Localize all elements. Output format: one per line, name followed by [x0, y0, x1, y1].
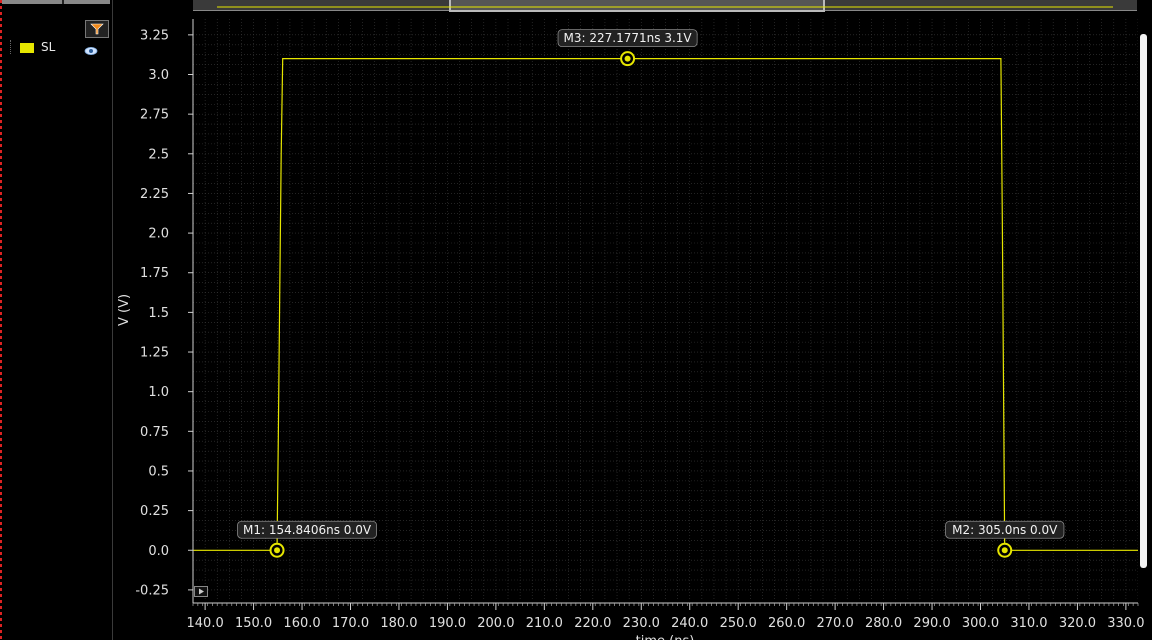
x-tick-label: 270.0	[817, 616, 854, 631]
y-tick-label: 3.25	[140, 28, 169, 43]
x-axis-label: time (ns)	[636, 634, 695, 640]
y-tick-label: 3.0	[148, 68, 169, 83]
filter-button[interactable]	[85, 20, 109, 38]
marker-point-center	[274, 547, 281, 554]
y-tick-label: 2.75	[140, 108, 169, 123]
legend-item-sl[interactable]: SL	[10, 40, 110, 56]
x-tick-label: 200.0	[477, 616, 514, 631]
plot-area[interactable]: M1: 154.8406ns 0.0V M3: 227.1771ns 3.1V M2…	[193, 19, 1138, 601]
marker-label[interactable]: M3: 227.1771ns 3.1V	[557, 29, 698, 48]
play-button[interactable]	[194, 586, 208, 597]
x-tick-label: 240.0	[671, 616, 708, 631]
y-tick-label: 1.5	[148, 306, 169, 321]
y-tick-label: 1.25	[140, 346, 169, 361]
eye-icon[interactable]	[84, 41, 98, 55]
vertical-scrollbar[interactable]	[1140, 34, 1147, 568]
x-tick-label: 190.0	[429, 616, 466, 631]
y-tick-label: 0.25	[140, 504, 169, 519]
x-tick-label: 170.0	[332, 616, 369, 631]
x-tick-label: 290.0	[913, 616, 950, 631]
y-tick-label: 1.75	[140, 266, 169, 281]
play-icon	[199, 588, 204, 595]
legend-color-swatch	[20, 43, 34, 53]
x-tick-label: 210.0	[526, 616, 563, 631]
x-tick-label: 310.0	[1010, 616, 1047, 631]
marker-label-text: M1: 154.8406ns 0.0V	[243, 523, 372, 537]
y-tick-label: 0.75	[140, 425, 169, 440]
y-tick-label: 2.25	[140, 187, 169, 202]
panel-header-bar	[2, 0, 110, 4]
x-tick-label: 260.0	[768, 616, 805, 631]
overview-zoom-window[interactable]	[449, 0, 825, 12]
x-tick-label: 220.0	[574, 616, 611, 631]
x-tick-label: 150.0	[235, 616, 272, 631]
y-tick-label: 0.0	[148, 544, 169, 559]
marker-label[interactable]: M1: 154.8406ns 0.0V	[237, 520, 377, 539]
marker-label[interactable]: M2: 305.0ns 0.0V	[945, 520, 1065, 539]
x-tick-label: 140.0	[187, 616, 224, 631]
marker-label-text: M3: 227.1771ns 3.1V	[564, 31, 693, 45]
panel-edge-indicator	[0, 0, 2, 640]
y-tick-label: 2.0	[148, 227, 169, 242]
marker-point-center	[1001, 547, 1008, 554]
marker-label-text: M2: 305.0ns 0.0V	[952, 523, 1058, 537]
y-tick-label: 2.5	[148, 147, 169, 162]
x-tick-label: 330.0	[1107, 616, 1144, 631]
x-tick-label: 300.0	[962, 616, 999, 631]
y-tick-label: 1.0	[148, 385, 169, 400]
marker-point-center	[624, 55, 631, 62]
y-tick-label: 0.5	[148, 464, 169, 479]
filter-icon	[90, 23, 104, 35]
legend-label: SL	[41, 40, 56, 54]
x-tick-label: 230.0	[623, 616, 660, 631]
x-tick-label: 280.0	[865, 616, 902, 631]
x-tick-label: 160.0	[283, 616, 320, 631]
overview-strip[interactable]	[193, 0, 1137, 12]
y-axis-label: V (V)	[117, 294, 132, 326]
signal-panel: SL	[0, 0, 113, 640]
y-tick-label: -0.25	[135, 583, 169, 598]
x-tick-label: 180.0	[380, 616, 417, 631]
x-tick-label: 320.0	[1059, 616, 1096, 631]
x-tick-label: 250.0	[720, 616, 757, 631]
tree-connector	[10, 40, 15, 54]
